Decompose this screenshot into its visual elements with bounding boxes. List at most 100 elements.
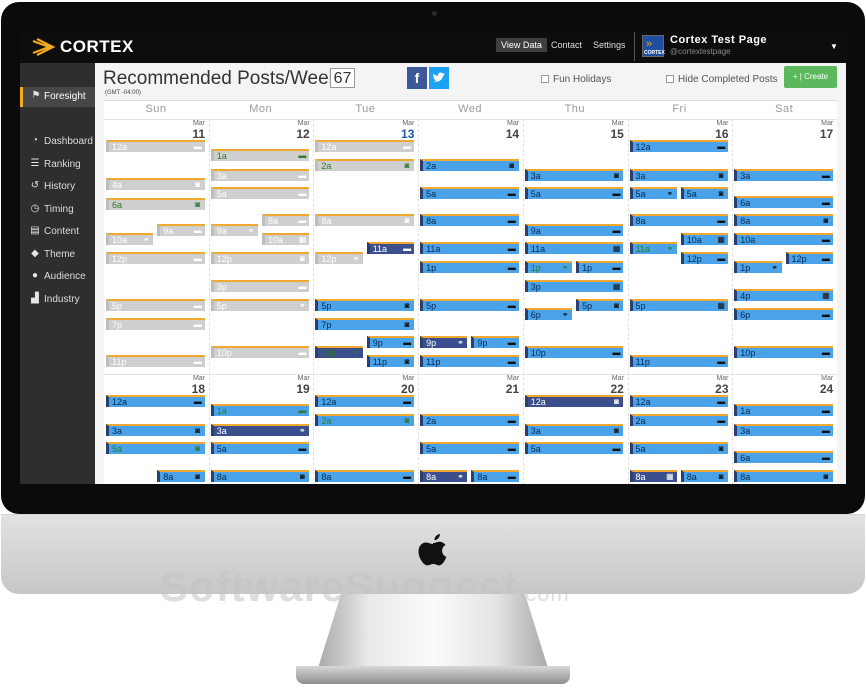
twitter-icon[interactable] [429,67,449,89]
post-slot[interactable]: 5a ◙ [629,442,729,454]
page-name[interactable]: Cortex Test Page [670,34,767,46]
post-slot[interactable]: 2a ◙ [420,159,519,171]
post-slot[interactable]: 5p ◙ [315,299,415,311]
post-slot[interactable]: 3a ⚭ [210,424,310,436]
date-number[interactable]: 21 [418,382,519,396]
post-slot[interactable]: 8a ▬ [315,470,415,482]
post-slot[interactable]: 11a ▦ [524,242,624,254]
post-slot[interactable]: 3a ▬ [734,169,833,181]
post-slot[interactable]: 11p ▬ [629,355,729,367]
post-slot[interactable]: 8a ◙ [680,470,729,482]
checkbox[interactable] [666,75,674,83]
post-slot[interactable]: 11a ▬ [420,242,519,254]
post-slot[interactable]: 6p ▬ [734,308,833,320]
post-slot[interactable]: 9a ⚭ [210,224,259,236]
post-slot[interactable]: 11a ⚭ [629,242,677,254]
checkbox[interactable] [541,75,549,83]
post-slot[interactable]: 8a ▬ [420,214,519,226]
post-slot[interactable]: 3a ◙ [524,424,624,436]
post-slot[interactable]: 2a ▬ [420,414,519,426]
post-slot[interactable]: 10a ⚭ [106,233,154,245]
post-slot[interactable]: 1a ▬ [210,149,310,161]
date-number[interactable]: 24 [732,382,833,396]
post-slot[interactable]: 1a ▬ [734,404,833,416]
post-slot[interactable]: 8a ▬ [262,214,310,226]
post-slot[interactable]: 11a ▬ [366,242,415,254]
nav-contact[interactable]: Contact [551,40,582,50]
post-slot[interactable]: 12p ◙ [210,252,310,264]
post-slot[interactable]: 3a ◙ [524,169,624,181]
date-number[interactable]: 13 [313,127,414,141]
post-slot[interactable]: 10p ▬ [210,346,310,358]
date-number[interactable]: 14 [418,127,519,141]
post-slot[interactable]: 3p ▦ [524,280,624,292]
post-slot[interactable]: 2a ◙ [315,159,415,171]
post-slot[interactable]: 10p ⚭ [315,346,363,358]
post-slot[interactable]: 10a ▦ [680,233,729,245]
sidebar-item-content[interactable]: ▤ Content [20,222,95,242]
post-slot[interactable]: 5a ▬ [524,442,624,454]
post-slot[interactable]: 8a ◙ [210,470,310,482]
post-slot[interactable]: 3a ◙ [629,169,729,181]
post-slot[interactable]: 9p ▬ [471,336,519,348]
post-slot[interactable]: 9a ▬ [524,224,624,236]
post-slot[interactable]: 5a ▬ [420,187,519,199]
post-slot[interactable]: 6a ◙ [106,198,205,210]
post-slot[interactable]: 5p ▬ [106,299,205,311]
post-slot[interactable]: 3a ▬ [734,424,833,436]
date-number[interactable]: 23 [628,382,728,396]
post-slot[interactable]: 8a ▬ [471,470,519,482]
sidebar-item-timing[interactable]: ◷ Timing [20,200,95,220]
post-slot[interactable]: 8a ◙ [734,214,833,226]
post-slot[interactable]: 4a ◙ [106,178,205,190]
post-slot[interactable]: 9p ▬ [366,336,415,348]
post-slot[interactable]: 8a ◙ [734,470,833,482]
post-slot[interactable]: 12a ◙ [524,395,624,407]
sidebar-item-theme[interactable]: ◆ Theme [20,245,95,265]
post-slot[interactable]: 12a ▬ [106,395,205,407]
post-slot[interactable]: 7p ◙ [315,318,415,330]
post-slot[interactable]: 8a ▦ [629,470,677,482]
post-slot[interactable]: 12a ▬ [629,395,729,407]
sidebar-item-foresight[interactable]: ⚑ Foresight [20,87,95,107]
page-avatar[interactable]: » CORTEX [642,35,665,57]
post-slot[interactable]: 10a ▦ [262,233,310,245]
hide-completed-toggle[interactable]: Hide Completed Posts [666,74,778,85]
post-slot[interactable]: 4p ▦ [734,289,833,301]
post-slot[interactable]: 5p ▦ [629,299,729,311]
post-slot[interactable]: 1a ▬ [210,404,310,416]
date-number[interactable]: 12 [209,127,309,141]
post-slot[interactable]: 5a ◙ [106,442,205,454]
post-slot[interactable]: 2a ◙ [315,414,415,426]
post-slot[interactable]: 8a ⚭ [420,470,468,482]
post-slot[interactable]: 3p ▬ [210,280,310,292]
post-slot[interactable]: 3a ◙ [106,424,205,436]
sidebar-item-dashboard[interactable]: ◔ Dashboard [20,132,95,152]
sidebar-item-history[interactable]: ↺ History [20,177,95,197]
date-number[interactable]: 19 [209,382,309,396]
nav-view-data[interactable]: View Data [496,38,547,52]
sidebar-item-ranking[interactable]: ☰ Ranking [20,155,95,175]
post-slot[interactable]: 1p ▬ [576,261,624,273]
post-slot[interactable]: 2a ▬ [629,414,729,426]
post-slot[interactable]: 5p ◙ [576,299,624,311]
post-slot[interactable]: 6a ▬ [734,196,833,208]
post-slot[interactable]: 9p ⚭ [420,336,468,348]
chevron-down-icon[interactable]: ▼ [830,42,838,51]
sidebar-item-audience[interactable]: ● Audience [20,267,95,287]
post-slot[interactable]: 1p ⚭ [524,261,573,273]
post-slot[interactable]: 8a ▬ [629,214,729,226]
fun-holidays-toggle[interactable]: Fun Holidays [541,74,611,85]
post-slot[interactable]: 10p ▬ [734,346,833,358]
nav-settings[interactable]: Settings [593,40,626,50]
post-slot[interactable]: 10p ▬ [524,346,624,358]
date-number[interactable]: 15 [523,127,623,141]
cortex-logo[interactable]: CORTEX [60,37,134,57]
post-slot[interactable]: 1p ▬ [420,261,519,273]
post-slot[interactable]: 10a ▬ [734,233,833,245]
post-slot[interactable]: 11p ▬ [106,355,205,367]
post-slot[interactable]: 8a ◙ [157,470,205,482]
create-button[interactable]: + | Create [784,66,837,88]
post-slot[interactable]: 8a ◙ [315,214,415,226]
post-slot[interactable]: 5a ▬ [524,187,624,199]
